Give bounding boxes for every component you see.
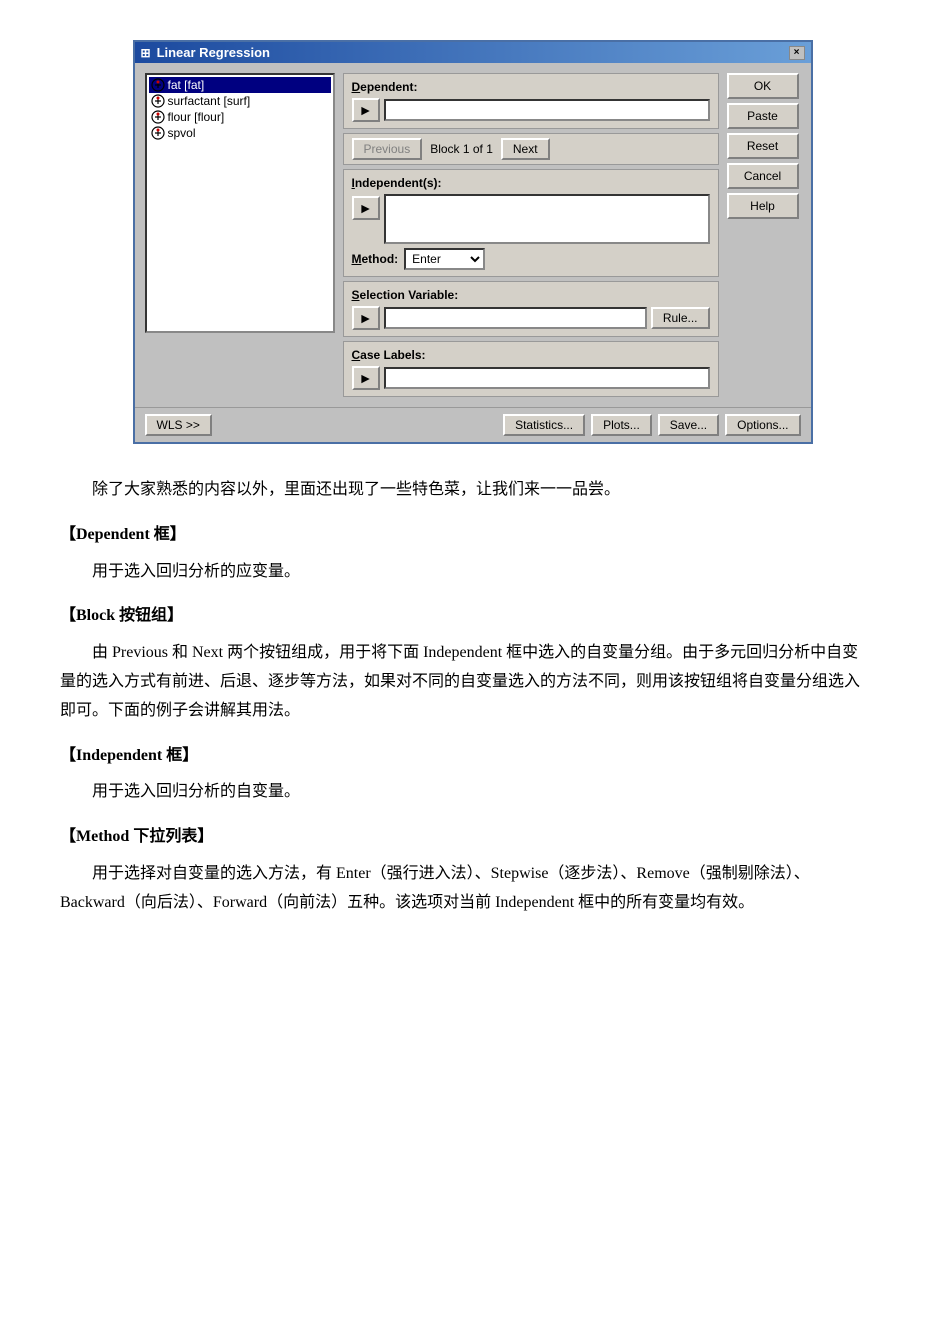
method-select[interactable]: Enter Stepwise Remove Backward Forward <box>404 248 485 270</box>
var-icon-flour <box>151 110 165 124</box>
selection-variable-label: Selection Variable: <box>352 288 710 302</box>
section-block: 【Block 按钮组】 由 Previous 和 Next 两个按钮组成，用于将… <box>60 602 860 725</box>
case-arrow-row: ► <box>352 366 710 390</box>
help-button[interactable]: Help <box>727 193 799 219</box>
var-label-flour: flour [flour] <box>168 110 225 124</box>
center-column: Dependent: ► Previous Block 1 of 1 Next <box>343 73 719 397</box>
var-item-spvol[interactable]: spvol <box>149 125 331 141</box>
para-block: 由 Previous 和 Next 两个按钮组成，用于将下面 Independe… <box>60 639 860 725</box>
para-method: 用于选择对自变量的选入方法，有 Enter（强行进入法）、Stepwise（逐步… <box>60 860 860 918</box>
selection-arrow-button[interactable]: ► <box>352 306 380 330</box>
body-content: 除了大家熟悉的内容以外，里面还出现了一些特色菜，让我们来一一品尝。 【Depen… <box>60 476 860 918</box>
section-dependent: 【Dependent 框】 用于选入回归分析的应变量。 <box>60 521 860 587</box>
heading-independent: 【Independent 框】 <box>60 742 860 771</box>
method-row: Method: Enter Stepwise Remove Backward F… <box>352 248 710 270</box>
save-button[interactable]: Save... <box>658 414 719 436</box>
dependent-label: Dependent: <box>352 80 710 94</box>
variable-list[interactable]: fat [fat] surfactant [surf] <box>145 73 335 333</box>
dialog-body: fat [fat] surfactant [surf] <box>135 63 811 407</box>
right-column: OK Paste Reset Cancel Help <box>727 73 801 397</box>
dependent-arrow-button[interactable]: ► <box>352 98 380 122</box>
dialog-wrapper: ⊞ Linear Regression × fat [fat <box>60 40 885 444</box>
ok-button[interactable]: OK <box>727 73 799 99</box>
options-button[interactable]: Options... <box>725 414 800 436</box>
reset-button[interactable]: Reset <box>727 133 799 159</box>
selection-input[interactable] <box>384 307 647 329</box>
independent-input[interactable] <box>384 194 710 244</box>
previous-button[interactable]: Previous <box>352 138 423 160</box>
selection-arrow-row: ► Rule... <box>352 306 710 330</box>
dependent-input[interactable] <box>384 99 710 121</box>
heading-method: 【Method 下拉列表】 <box>60 823 860 852</box>
next-button[interactable]: Next <box>501 138 550 160</box>
plots-button[interactable]: Plots... <box>591 414 652 436</box>
case-input[interactable] <box>384 367 710 389</box>
case-labels-label: Case Labels: <box>352 348 710 362</box>
dialog-title: Linear Regression <box>157 45 270 60</box>
cancel-button[interactable]: Cancel <box>727 163 799 189</box>
intro-paragraph: 除了大家熟悉的内容以外，里面还出现了一些特色菜，让我们来一一品尝。 <box>60 476 860 505</box>
left-column: fat [fat] surfactant [surf] <box>145 73 335 397</box>
heading-dependent: 【Dependent 框】 <box>60 521 860 550</box>
block-label: Block 1 of 1 <box>426 142 497 156</box>
selection-variable-section: Selection Variable: ► Rule... <box>343 281 719 337</box>
independent-label: Independent(s): <box>352 176 710 190</box>
close-button[interactable]: × <box>789 46 805 60</box>
block-section: Previous Block 1 of 1 Next <box>343 133 719 165</box>
rule-button[interactable]: Rule... <box>651 307 710 329</box>
heading-block: 【Block 按钮组】 <box>60 602 860 631</box>
independent-section: Independent(s): ► Method: Enter Stepwise… <box>343 169 719 277</box>
var-item-fat[interactable]: fat [fat] <box>149 77 331 93</box>
linear-regression-dialog: ⊞ Linear Regression × fat [fat <box>133 40 813 444</box>
independent-arrow-row: ► <box>352 194 710 244</box>
method-label: Method: <box>352 252 399 266</box>
section-independent: 【Independent 框】 用于选入回归分析的自变量。 <box>60 742 860 808</box>
paste-button[interactable]: Paste <box>727 103 799 129</box>
var-item-surfactant[interactable]: surfactant [surf] <box>149 93 331 109</box>
var-icon-fat <box>151 78 165 92</box>
section-method: 【Method 下拉列表】 用于选择对自变量的选入方法，有 Enter（强行进入… <box>60 823 860 917</box>
dependent-arrow-row: ► <box>352 98 710 122</box>
dialog-footer: WLS >> Statistics... Plots... Save... Op… <box>135 407 811 442</box>
titlebar-left: ⊞ Linear Regression <box>141 45 271 60</box>
independent-arrow-button[interactable]: ► <box>352 196 380 220</box>
var-label-fat: fat [fat] <box>168 78 205 92</box>
dependent-label-text: D <box>352 80 361 94</box>
statistics-button[interactable]: Statistics... <box>503 414 585 436</box>
dialog-titlebar: ⊞ Linear Regression × <box>135 42 811 63</box>
wls-button[interactable]: WLS >> <box>145 414 212 436</box>
var-label-spvol: spvol <box>168 126 196 140</box>
dependent-section: Dependent: ► <box>343 73 719 129</box>
var-icon-surfactant <box>151 94 165 108</box>
case-labels-section: Case Labels: ► <box>343 341 719 397</box>
case-arrow-button[interactable]: ► <box>352 366 380 390</box>
var-item-flour[interactable]: flour [flour] <box>149 109 331 125</box>
var-label-surfactant: surfactant [surf] <box>168 94 251 108</box>
var-icon-spvol <box>151 126 165 140</box>
block-row: Previous Block 1 of 1 Next <box>352 138 710 160</box>
para-dependent: 用于选入回归分析的应变量。 <box>60 558 860 587</box>
para-independent: 用于选入回归分析的自变量。 <box>60 778 860 807</box>
